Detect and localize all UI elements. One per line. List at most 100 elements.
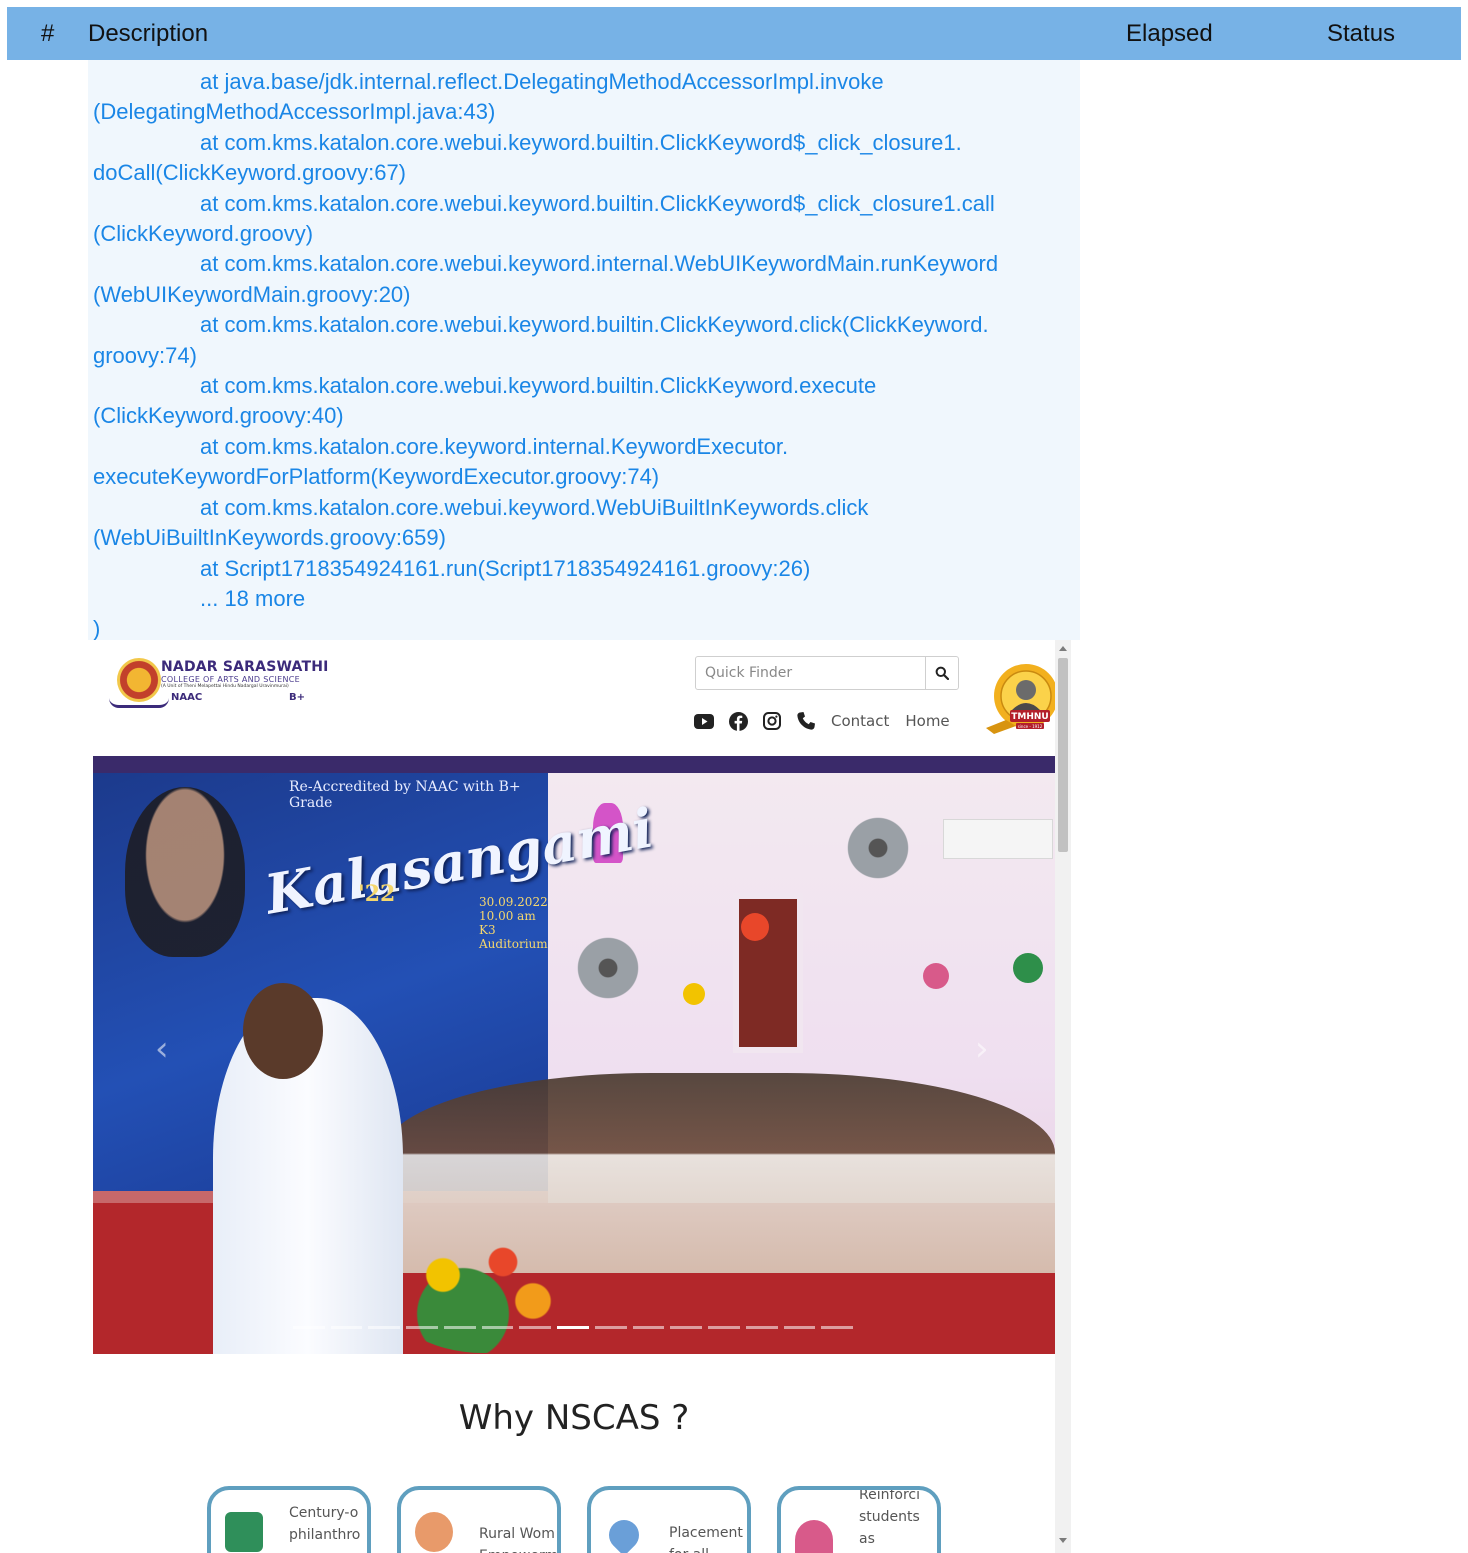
carousel-indicator[interactable]: [406, 1326, 438, 1329]
carousel-indicators: [293, 1326, 854, 1330]
carousel-indicator[interactable]: [330, 1326, 363, 1329]
logo-grade: B+: [289, 692, 306, 703]
stack-trace-line: at java.base/jdk.internal.reflect.Delega…: [200, 69, 884, 94]
youtube-icon: [694, 713, 714, 729]
scrollbar-thumb[interactable]: [1058, 658, 1068, 852]
students-group-icon: [795, 1520, 833, 1553]
feature-card[interactable]: Reinforci students as: [777, 1486, 941, 1553]
feature-card[interactable]: Rural Wom Empowerm: [397, 1486, 561, 1553]
wall-decoration: [1013, 953, 1043, 983]
carousel-indicator[interactable]: [632, 1326, 665, 1329]
hero-carousel[interactable]: Re-Accredited by NAAC with B+ Grade Kala…: [93, 773, 1055, 1354]
stack-trace-line: at com.kms.katalon.core.webui.keyword.bu…: [200, 373, 877, 399]
college-logo[interactable]: NADAR SARASWATHI COLLEGE OF ARTS AND SCI…: [109, 654, 329, 710]
carousel-indicator[interactable]: [670, 1326, 703, 1329]
stack-trace-line: ... 18 more: [200, 585, 306, 611]
header-divider-bar: [93, 756, 1055, 773]
youtube-link[interactable]: [687, 710, 721, 732]
logo-name: NADAR SARASWATHI: [161, 659, 329, 675]
carousel-indicator[interactable]: [519, 1326, 552, 1329]
college-emblem-icon: [117, 658, 161, 702]
instagram-icon: [763, 712, 781, 730]
stack-trace-line: at Script1718354924161.run(Script1718354…: [200, 555, 811, 581]
wall-fan: [843, 813, 913, 883]
tmhnu-badge: TMHNU since - 1912: [986, 658, 1055, 736]
feature-card[interactable]: Placement for all: [587, 1486, 751, 1553]
feature-text: Century-o philanthro: [289, 1505, 361, 1543]
phone-link[interactable]: [789, 710, 823, 732]
carousel-indicator[interactable]: [557, 1326, 589, 1329]
carousel-indicator[interactable]: [368, 1326, 401, 1329]
woman-reading-icon: [415, 1512, 453, 1552]
stack-trace-line: (WebUiBuiltInKeywords.groovy:659): [93, 525, 446, 551]
stack-trace-line: (ClickKeyword.groovy:40): [93, 403, 344, 429]
logo-swoosh: [109, 698, 169, 708]
search-button[interactable]: [925, 657, 958, 689]
stack-trace-line: at com.kms.katalon.core.webui.keyword.in…: [200, 251, 999, 277]
wall-decoration: [741, 913, 769, 941]
scroll-down-arrow-icon[interactable]: [1059, 1538, 1067, 1543]
flower-bouquet: [383, 1223, 583, 1353]
nav-contact[interactable]: Contact: [831, 712, 889, 730]
stack-trace-line: executeKeywordForPlatform(KeywordExecuto…: [93, 464, 660, 490]
banner-year: '22: [358, 881, 396, 907]
carousel-indicator[interactable]: [745, 1326, 778, 1329]
carousel-prev-button[interactable]: ‹: [155, 1029, 169, 1069]
stack-trace-line: (ClickKeyword.groovy): [93, 221, 314, 247]
instagram-link[interactable]: [755, 710, 789, 732]
facebook-icon: [728, 711, 748, 731]
carousel-indicator[interactable]: [443, 1326, 476, 1329]
stack-trace-line: at com.kms.katalon.core.webui.keyword.bu…: [200, 129, 962, 155]
carousel-indicator[interactable]: [293, 1326, 325, 1329]
column-description: Description: [88, 20, 209, 47]
chevron-right-icon: ›: [975, 1029, 989, 1069]
stack-trace: at java.base/jdk.internal.reflect.Delega…: [88, 60, 1080, 641]
banner-event-details: 30.09.2022 10.00 am K3 Auditorium: [479, 895, 548, 951]
feature-card[interactable]: Century-o philanthro: [207, 1486, 371, 1553]
carousel-indicator[interactable]: [708, 1326, 740, 1329]
chevron-left-icon: ‹: [155, 1029, 169, 1069]
phone-icon: [797, 712, 815, 730]
header-nav: Contact Home: [687, 710, 950, 732]
banner-portrait: [125, 787, 245, 957]
banner-grade-line: Re-Accredited by NAAC with B+ Grade: [289, 779, 521, 811]
carousel-indicator[interactable]: [594, 1326, 627, 1329]
embedded-screenshot: NADAR SARASWATHI COLLEGE OF ARTS AND SCI…: [93, 640, 1055, 1553]
stack-trace-line: at com.kms.katalon.core.webui.keyword.bu…: [200, 190, 995, 216]
facebook-link[interactable]: [721, 710, 755, 732]
stack-trace-line: at com.kms.katalon.core.keyword.internal…: [200, 433, 789, 459]
quick-finder: [695, 656, 959, 690]
stack-trace-line: (DelegatingMethodAccessorImpl.java:43): [93, 99, 496, 125]
column-number: #: [41, 20, 55, 47]
search-icon: [935, 666, 949, 680]
quick-finder-input[interactable]: [696, 657, 926, 689]
screenshot-scrollbar[interactable]: [1055, 640, 1071, 1553]
feature-text: Placement for all: [669, 1525, 743, 1553]
column-status: Status: [1327, 20, 1396, 47]
carousel-indicator[interactable]: [783, 1326, 816, 1329]
feature-text: Reinforci students as: [859, 1487, 921, 1547]
air-conditioner: [943, 819, 1053, 859]
stack-trace-line: at com.kms.katalon.core.webui.keyword.bu…: [200, 312, 989, 338]
logo-subtitle: COLLEGE OF ARTS AND SCIENCE: [161, 675, 301, 684]
banner-date: 30.09.2022: [479, 895, 548, 909]
carousel-next-button[interactable]: ›: [975, 1029, 989, 1069]
stack-trace-line: at com.kms.katalon.core.webui.keyword.We…: [200, 494, 869, 520]
tmhnu-seal-icon: TMHNU since - 1912: [986, 664, 1055, 734]
nav-home[interactable]: Home: [905, 712, 949, 730]
site-header: NADAR SARASWATHI COLLEGE OF ARTS AND SCI…: [93, 640, 1055, 756]
stack-trace-line: doCall(ClickKeyword.groovy:67): [93, 160, 407, 186]
stack-trace-line: groovy:74): [93, 342, 197, 368]
badge-since: since - 1912: [1018, 724, 1043, 729]
stack-trace-line: (WebUIKeywordMain.groovy:20): [93, 281, 411, 307]
wall-fan: [573, 933, 643, 1003]
column-elapsed: Elapsed: [1126, 20, 1213, 47]
badge-label: TMHNU: [1011, 712, 1048, 722]
carousel-indicator[interactable]: [821, 1326, 854, 1329]
carousel-indicator[interactable]: [481, 1326, 514, 1329]
banner-venue: K3 Auditorium: [479, 923, 548, 951]
scroll-up-arrow-icon[interactable]: [1059, 646, 1067, 651]
banner-time: 10.00 am: [479, 909, 536, 923]
logo-unit-line: (A Unit of Theni Melapettai Hindu Nadarg…: [161, 684, 289, 689]
feature-text: Rural Wom Empowerm: [479, 1526, 557, 1553]
